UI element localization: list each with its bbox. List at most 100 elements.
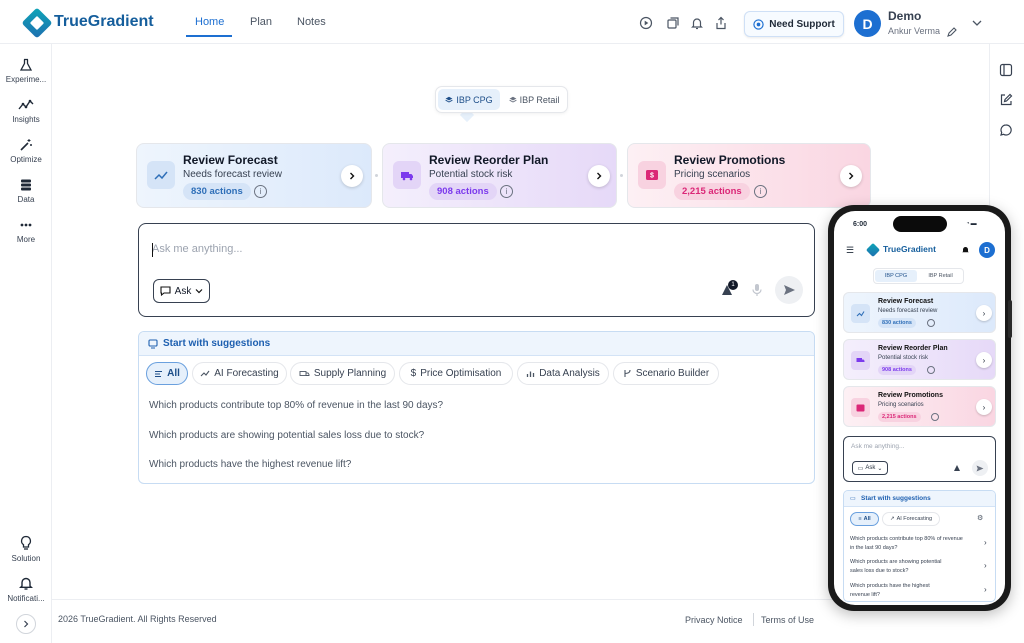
info-icon[interactable]: i [500,185,513,198]
send-button[interactable] [775,276,803,304]
info-icon[interactable] [927,366,935,374]
avatar[interactable]: D [854,10,881,37]
card-separator-dot [375,174,378,177]
chevron-right-icon[interactable] [840,165,862,187]
ask-mode-select[interactable]: ▭ Ask ⌄ [852,461,888,475]
brand-name: TrueGradient [54,13,154,30]
chevron-right-icon[interactable]: › [976,399,992,415]
sidebar-item-optimize[interactable]: Optimize [0,138,52,164]
actions-badge[interactable]: 830 actions [183,183,251,200]
chip-all[interactable]: All [146,362,188,385]
chip-all[interactable]: ≡ All [850,512,879,526]
chevron-right-icon[interactable]: › [984,561,987,570]
sidebar-item-data[interactable]: Data [0,178,52,204]
chevron-right-icon[interactable] [341,165,363,187]
edit-pencil-icon[interactable] [946,26,958,38]
chevron-right-icon[interactable] [588,165,610,187]
tab-notes[interactable]: Notes [297,16,326,28]
card-subtitle: Potential stock risk [878,355,929,361]
sidebar-expand-button[interactable] [16,614,36,634]
ask-input-box[interactable] [138,223,815,317]
info-icon[interactable]: i [754,185,767,198]
support-icon [753,18,764,30]
microphone-icon[interactable] [751,283,763,297]
chevron-down-icon[interactable] [971,18,983,28]
actions-badge[interactable]: 2,215 actions [878,412,921,422]
agent-icon[interactable] [953,464,961,472]
ask-input[interactable]: Ask me anything... [851,443,904,450]
chevron-right-icon[interactable]: › [984,585,987,594]
card-review-reorder-plan[interactable]: Review Reorder Plan Potential stock risk… [382,143,617,208]
need-support-button[interactable]: Need Support [744,11,844,37]
suggestions-title: Start with suggestions [163,338,271,349]
sidebar-item-experiments[interactable]: Experime... [0,58,52,84]
chip-label: All [863,516,871,522]
suggestion-question[interactable]: Which products have the highest revenue l… [850,582,930,600]
card-review-promotions[interactable]: $ Review Promotions Pricing scenarios 2,… [627,143,871,208]
question-line: revenue lift? [850,592,880,598]
switch-ibp-retail[interactable]: IBP Retail [919,270,962,282]
question-line: sales loss due to stock? [850,568,909,574]
phone-dynamic-island [893,216,947,232]
bell-icon[interactable] [690,16,704,30]
card-title: Review Reorder Plan [429,153,549,167]
avatar[interactable]: D [979,242,995,258]
sidebar-item-solution[interactable]: Solution [0,535,52,563]
switch-ibp-retail[interactable]: IBP Retail [502,89,566,110]
chip-label: All [167,368,180,379]
chip-scenario-builder[interactable]: Scenario Builder [613,362,719,385]
terms-link[interactable]: Terms of Use [761,615,814,625]
privacy-link[interactable]: Privacy Notice [685,615,743,625]
copy-icon[interactable] [666,16,680,30]
card-review-promotions[interactable]: Review Promotions Pricing scenarios 2,21… [843,386,996,427]
play-icon[interactable] [639,16,653,30]
share-icon[interactable] [714,16,728,30]
actions-badge[interactable]: 2,215 actions [674,183,750,200]
switch-ibp-cpg[interactable]: IBP CPG [438,89,500,110]
chevron-right-icon[interactable]: › [976,305,992,321]
chip-ai-forecasting[interactable]: AI Forecasting [192,362,287,385]
tab-home[interactable]: Home [195,16,224,28]
layers-icon [445,96,453,103]
card-review-forecast[interactable]: Review Forecast Needs forecast review 83… [843,292,996,333]
suggestion-question[interactable]: Which products are showing potential sale… [850,558,941,576]
panel-toggle-icon[interactable] [999,63,1013,77]
suggestion-question[interactable]: Which products contribute top 80% of rev… [149,400,443,411]
suggestion-question[interactable]: Which products are showing potential sal… [149,430,424,441]
chevron-right-icon[interactable]: › [976,352,992,368]
sidebar-item-notifications[interactable]: Notificati... [0,575,52,603]
send-icon [976,465,984,471]
sidebar-item-more[interactable]: More [0,218,52,244]
tab-plan[interactable]: Plan [250,16,272,28]
suggestion-question[interactable]: Which products contribute top 80% of rev… [850,535,963,553]
monitor-icon [148,339,158,349]
chip-supply-planning[interactable]: Supply Planning [290,362,395,385]
actions-badge[interactable]: 908 actions [429,183,497,200]
actions-badge[interactable]: 830 actions [878,318,916,328]
ask-input[interactable]: Ask me anything... [152,243,243,255]
info-icon[interactable] [931,413,939,421]
svg-text:$: $ [650,173,654,180]
edit-icon[interactable] [999,93,1013,107]
chip-data-analysis[interactable]: Data Analysis [517,362,609,385]
chip-ai-forecasting[interactable]: ↗ AI Forecasting [882,512,940,526]
info-icon[interactable]: i [254,185,267,198]
ask-mode-select[interactable]: Ask [153,279,210,303]
card-review-reorder-plan[interactable]: Review Reorder Plan Potential stock risk… [843,339,996,380]
info-icon[interactable] [927,319,935,327]
actions-badge[interactable]: 908 actions [878,365,916,375]
suggestion-question[interactable]: Which products have the highest revenue … [149,459,351,470]
bar-chart-icon [527,371,535,377]
send-button[interactable] [972,460,988,476]
card-review-forecast[interactable]: Review Forecast Needs forecast review 83… [136,143,372,208]
chevron-right-icon[interactable]: › [984,538,987,547]
lightbulb-icon [20,535,32,550]
switch-ibp-cpg[interactable]: IBP CPG [875,270,917,282]
sidebar-item-insights[interactable]: Insights [0,98,52,124]
menu-icon[interactable]: ☰ [846,245,854,256]
bell-icon[interactable] [961,245,970,254]
active-tab-indicator [186,35,232,37]
filter-icon[interactable]: ⚙ [977,514,983,522]
chip-price-optimisation[interactable]: $ Price Optimisation [399,362,513,385]
chat-icon[interactable] [999,123,1013,137]
